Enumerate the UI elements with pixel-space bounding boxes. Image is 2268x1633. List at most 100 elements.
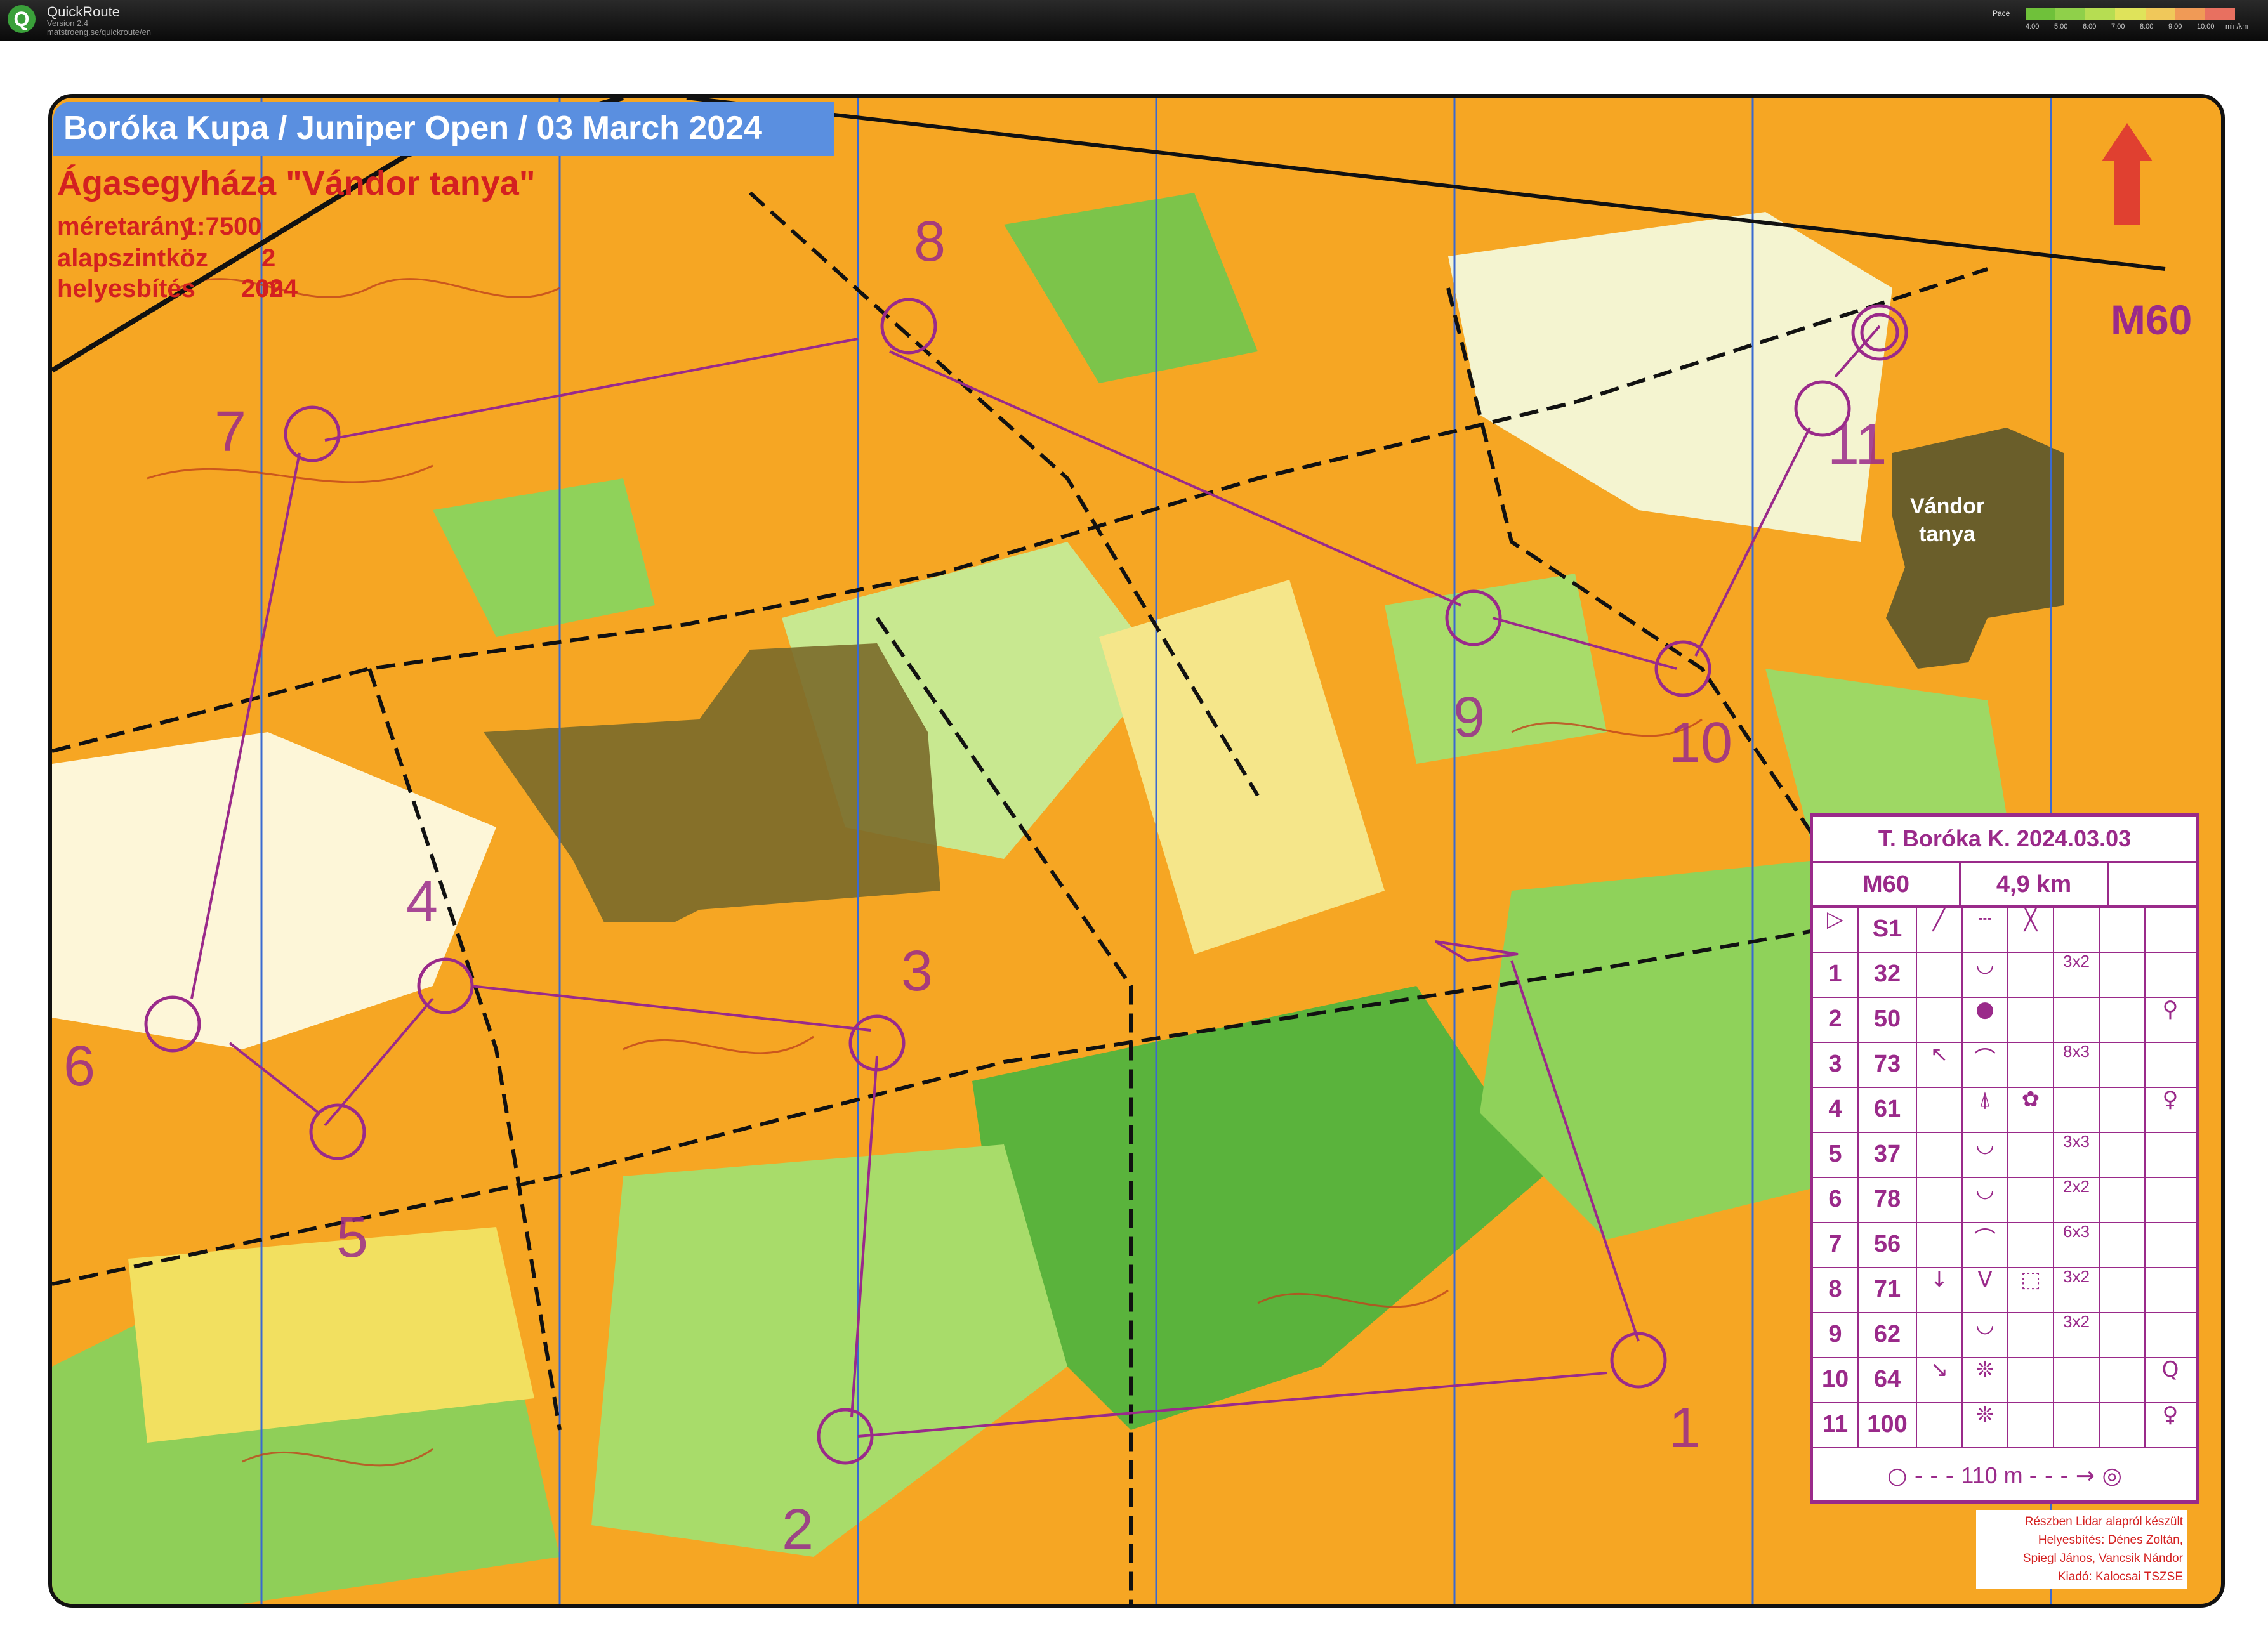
app-version: Version 2.4 matstroeng.se/quickroute/en xyxy=(47,19,151,37)
description-cell-g xyxy=(2100,952,2146,997)
description-cell-h: ♀ xyxy=(2162,1087,2179,1112)
description-row: 2 50 ● ⚲ xyxy=(1813,997,2196,1043)
control-description-sheet: T. Boróka K. 2024.03.03 M60 4,9 km ▷ S1 … xyxy=(1810,813,2199,1504)
description-cell-f: 3x2 xyxy=(2054,952,2100,997)
description-cell-h xyxy=(2146,952,2195,997)
info-label: helyesbítés xyxy=(57,275,195,303)
info-label: alapszintköz xyxy=(57,244,208,272)
description-cell-code: 78 xyxy=(1859,1177,1917,1222)
description-cell-c xyxy=(1917,1402,1963,1447)
description-cell-code: 50 xyxy=(1859,997,1917,1042)
description-row: 3 73 ↖ ⌒ 8x3 xyxy=(1813,1042,2196,1088)
control-number: 8 xyxy=(914,210,946,273)
description-row: 9 62 ◡ 3x2 xyxy=(1813,1312,2196,1358)
description-cell-h xyxy=(2146,1267,2195,1312)
farm-label: Vándor tanya xyxy=(1910,492,1984,548)
description-class: M60 xyxy=(1813,863,1961,908)
description-cell-h xyxy=(2146,1132,2195,1177)
description-cell-n: 1 xyxy=(1813,952,1859,997)
description-length: 4,9 km xyxy=(1961,863,2109,908)
description-cell-e xyxy=(2008,997,2054,1042)
description-cell-code: 62 xyxy=(1859,1312,1917,1357)
description-cell-e xyxy=(2008,952,2054,997)
description-row: 8 71 ↓ V ⬚ 3x2 xyxy=(1813,1267,2196,1313)
description-cell-f: 3x2 xyxy=(2054,1312,2100,1357)
map-credits: Részben Lidar alapról készült Helyesbíté… xyxy=(1976,1510,2187,1589)
description-cell-e xyxy=(2008,1312,2054,1357)
control-number: 5 xyxy=(336,1206,369,1269)
description-row: 10 64 ↘ ❊ Q xyxy=(1813,1357,2196,1403)
finish-start-circle-icon: ○ - - - xyxy=(1887,1463,1961,1489)
description-cell-f: 3x3 xyxy=(2054,1132,2100,1177)
description-row: 1 32 ◡ 3x2 xyxy=(1813,952,2196,998)
description-cell-g xyxy=(2100,1222,2146,1267)
description-cell-f: 3x2 xyxy=(2054,1267,2100,1312)
cell xyxy=(2054,907,2100,952)
cell xyxy=(2146,907,2195,952)
description-cell-e xyxy=(2008,1042,2054,1087)
description-cell-code: 61 xyxy=(1859,1087,1917,1132)
description-cell-d: ● xyxy=(1963,997,2008,1042)
pace-tick: 10:00 xyxy=(2197,23,2215,30)
start-triangle-icon: ▷ xyxy=(1813,907,1859,952)
description-cell-c xyxy=(1917,1222,1963,1267)
description-cell-g xyxy=(2100,1087,2146,1132)
control-number: 1 xyxy=(1669,1396,1701,1460)
description-cell-c: ↘ xyxy=(1917,1357,1963,1402)
description-cell-h: Q xyxy=(2161,1357,2179,1382)
info-value: 2024 xyxy=(241,275,298,303)
description-cell-e xyxy=(2008,1177,2054,1222)
start-row: ▷ S1 ╱ ┄ ╳ xyxy=(1813,907,2196,953)
description-cell-g xyxy=(2100,1312,2146,1357)
description-row: 7 56 ⌒ 6x3 xyxy=(1813,1222,2196,1268)
finish-distance: 110 m xyxy=(1961,1462,2023,1488)
line-symbol-icon: ╱ xyxy=(1917,907,1963,952)
info-value: 1:7500 xyxy=(183,213,262,240)
app-titlebar: Q QuickRoute Version 2.4 matstroeng.se/q… xyxy=(0,0,2268,41)
dashed-line-icon: ┄ xyxy=(1963,907,2008,952)
info-scale: méretarány 1:7500 xyxy=(57,213,262,241)
description-cell-n: 3 xyxy=(1813,1042,1859,1087)
version-text: Version 2.4 xyxy=(47,18,89,28)
pace-tick: 7:00 xyxy=(2111,23,2125,30)
description-cell-c xyxy=(1917,1312,1963,1357)
pace-tick: 8:00 xyxy=(2140,23,2154,30)
description-cell-g xyxy=(2100,1402,2146,1447)
description-cell-g xyxy=(2100,1267,2146,1312)
control-number: 2 xyxy=(782,1498,814,1561)
description-cell-g xyxy=(2100,1042,2146,1087)
description-title: T. Boróka K. 2024.03.03 xyxy=(1813,816,2196,863)
description-cell-f: 6x3 xyxy=(2054,1222,2100,1267)
description-row: 6 78 ◡ 2x2 xyxy=(1813,1177,2196,1223)
pace-ticks: 4:00 5:00 6:00 7:00 8:00 9:00 10:00 min/… xyxy=(2026,23,2267,30)
description-cell-d: ◡ xyxy=(1963,1132,2008,1177)
description-cell-n: 11 xyxy=(1813,1402,1859,1447)
description-cell-g xyxy=(2100,997,2146,1042)
description-cell-d: ⌒ xyxy=(1963,1222,2008,1267)
description-cell-n: 10 xyxy=(1813,1357,1859,1402)
info-label: méretarány xyxy=(57,213,194,240)
description-row: 5 37 ◡ 3x3 xyxy=(1813,1132,2196,1178)
description-cell-h: ♀ xyxy=(2162,1402,2179,1427)
description-cell-n: 4 xyxy=(1813,1087,1859,1132)
description-cell-code: 71 xyxy=(1859,1267,1917,1312)
description-cell-d: ⌒ xyxy=(1963,1042,2008,1087)
description-blank xyxy=(2109,863,2196,908)
description-cell-c xyxy=(1917,1132,1963,1177)
quickroute-logo-icon: Q xyxy=(8,5,36,33)
description-row: 4 61 ⍋ ✿ ♀ xyxy=(1813,1087,2196,1133)
description-cell-f xyxy=(2054,1402,2100,1447)
pace-tick: 5:00 xyxy=(2054,23,2068,30)
description-cell-f: 2x2 xyxy=(2054,1177,2100,1222)
control-number: 11 xyxy=(1828,413,1887,476)
description-cell-f: 8x3 xyxy=(2054,1042,2100,1087)
description-cell-c xyxy=(1917,952,1963,997)
farm-label-line1: Vándor xyxy=(1910,494,1985,518)
pace-color-scale xyxy=(2026,8,2235,20)
pace-tick: min/km xyxy=(2225,23,2248,30)
description-cell-f xyxy=(2054,997,2100,1042)
pace-tick: 6:00 xyxy=(2083,23,2097,30)
description-cell-n: 9 xyxy=(1813,1312,1859,1357)
description-cell-f xyxy=(2054,1087,2100,1132)
north-arrow-icon xyxy=(2102,123,2153,225)
